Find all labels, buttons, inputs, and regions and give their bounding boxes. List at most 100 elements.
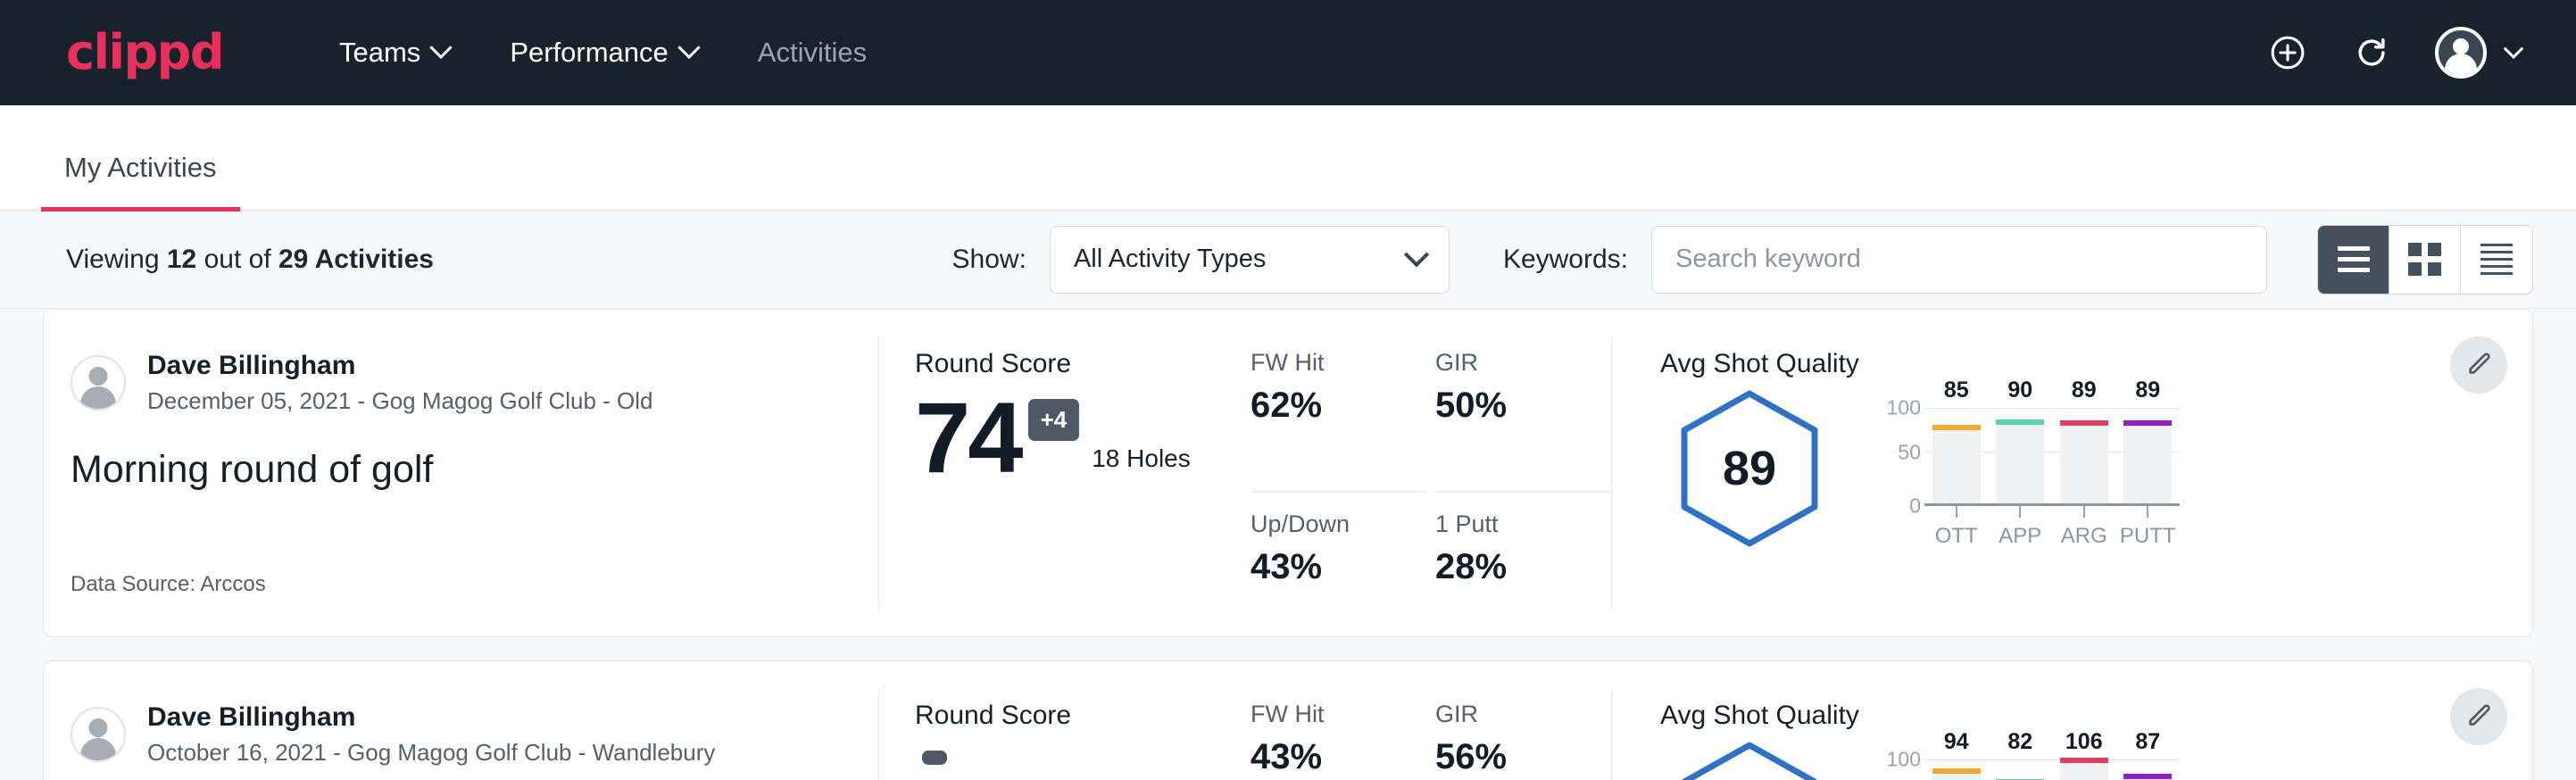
view-toggle-grid[interactable]	[2389, 226, 2461, 294]
bar-app: 82	[1996, 759, 2044, 780]
tick-mark	[2019, 506, 2021, 518]
bar-arg: 106	[2060, 759, 2108, 780]
view-toggle-list[interactable]	[2318, 226, 2389, 294]
nav-item-activities[interactable]: Activities	[727, 37, 897, 69]
activity-card[interactable]: Dave Billingham December 05, 2021 - Gog …	[43, 309, 2533, 637]
avg-shot-quality-body: 89 100 50 0	[1660, 383, 2532, 549]
refresh-icon[interactable]	[2351, 32, 2392, 73]
round-stats-grid: FW Hit 43% GIR 56% Up/Down 1 Putt	[1236, 661, 1611, 780]
account-menu[interactable]	[2435, 27, 2521, 79]
round-score-label: Round Score	[915, 701, 1236, 731]
bar-ott-cap	[1932, 768, 1981, 774]
clippd-logo[interactable]: clippd	[66, 29, 223, 77]
nav-item-teams-label: Teams	[339, 37, 420, 69]
x-tick-ott: OTT	[1932, 506, 1981, 549]
plus-circle-icon[interactable]	[2267, 32, 2308, 73]
activity-meta: December 05, 2021 - Gog Magog Golf Club …	[147, 386, 653, 417]
view-toggle-compact[interactable]	[2461, 226, 2532, 294]
round-score-section: Round Score	[879, 661, 1236, 780]
round-score-section: Round Score 74 +4 18 Holes	[879, 310, 1236, 636]
activity-card[interactable]: Dave Billingham October 16, 2021 - Gog M…	[43, 660, 2533, 780]
shot-quality-bar-chart: 100 50 0 94	[1878, 734, 2180, 780]
activity-user-name: Dave Billingham	[147, 701, 715, 734]
activity-list: Dave Billingham December 05, 2021 - Gog …	[0, 309, 2576, 780]
stat-gir-label: GIR	[1435, 349, 1593, 377]
round-score-row: 74 +4 18 Holes	[915, 392, 1236, 484]
round-score-label: Round Score	[915, 349, 1236, 379]
stat-one-putt-label: 1 Putt	[1435, 510, 1593, 538]
keywords-label: Keywords:	[1503, 245, 1628, 275]
edit-activity-button[interactable]	[2450, 688, 2507, 745]
y-tick-50: 50	[1898, 441, 1921, 465]
activity-user-name: Dave Billingham	[147, 349, 653, 383]
x-tick-arg: ARG	[2060, 506, 2108, 549]
avatar-body	[80, 738, 116, 761]
stat-gir-value: 50%	[1435, 386, 1593, 426]
avatar	[71, 707, 126, 762]
chart-plot-area: 85 90	[1924, 408, 2180, 506]
activity-title: Morning round of golf	[71, 448, 878, 492]
nav-item-performance[interactable]: Performance	[479, 37, 727, 69]
bar-putt: 89	[2123, 408, 2172, 503]
edit-activity-button[interactable]	[2450, 336, 2507, 394]
bar-putt-cap	[2123, 420, 2172, 426]
stat-up-down-value: 43%	[1251, 547, 1408, 587]
tick-mark	[2147, 506, 2148, 518]
search-input-wrapper[interactable]	[1651, 226, 2267, 294]
bar-putt-rect	[2123, 426, 2172, 503]
nav-item-teams[interactable]: Teams	[309, 37, 479, 69]
stat-one-putt: 1 Putt 28%	[1435, 493, 1611, 636]
bar-putt: 87	[2123, 759, 2172, 780]
filter-controls: Show: All Activity Types Keywords:	[952, 225, 2533, 295]
stat-one-putt-value: 28%	[1435, 547, 1593, 587]
chevron-down-icon	[677, 37, 700, 59]
top-navigation-bar: clippd Teams Performance Activities	[0, 0, 2576, 105]
y-tick-100: 100	[1887, 748, 1921, 772]
nav-item-performance-label: Performance	[510, 37, 668, 69]
stat-gir-label: GIR	[1435, 701, 1593, 728]
tab-my-activities-label: My Activities	[64, 152, 217, 183]
bar-putt-cap	[2123, 774, 2172, 779]
tick-mark	[1956, 506, 1957, 518]
avg-shot-quality-label: Avg Shot Quality	[1660, 349, 2532, 379]
bar-ott-value: 85	[1944, 378, 1969, 403]
bar-app-rect	[1996, 425, 2044, 503]
stat-gir: GIR 56%	[1435, 701, 1611, 780]
quality-hexagon	[1678, 740, 1821, 780]
bar-ott-rect	[1932, 774, 1981, 780]
activity-type-select[interactable]: All Activity Types	[1050, 226, 1450, 294]
stat-fw-hit-value: 43%	[1251, 737, 1408, 777]
shot-quality-bar-chart: 100 50 0 85	[1878, 383, 2180, 549]
stat-gir-value: 56%	[1435, 737, 1593, 777]
score-to-par-badge: +4	[1028, 399, 1080, 441]
stat-gir: GIR 50%	[1435, 349, 1611, 493]
viewing-count: 12	[167, 245, 196, 274]
activity-type-select-value: All Activity Types	[1074, 245, 1266, 274]
avatar-head	[89, 367, 108, 386]
x-label-arg: ARG	[2061, 524, 2107, 549]
bar-arg-rect	[2060, 763, 2108, 780]
activity-summary: Dave Billingham December 05, 2021 - Gog …	[44, 310, 878, 636]
viewing-count-text: Viewing 12 out of 29 Activities	[66, 245, 434, 275]
bar-app-value: 90	[2007, 378, 2032, 403]
bar-arg-rect	[2060, 426, 2108, 503]
x-tick-putt: PUTT	[2123, 506, 2172, 549]
view-toggle-group	[2317, 225, 2533, 295]
chart-y-axis: 100 50 0	[1878, 408, 1924, 506]
chart-bars: 85 90	[1924, 408, 2180, 503]
stat-fw-hit: FW Hit 62%	[1251, 349, 1426, 493]
quality-hexagon-wrap: 89	[1660, 383, 1839, 549]
search-input[interactable]	[1675, 245, 2243, 274]
x-tick-app: APP	[1996, 506, 2044, 549]
avg-shot-quality-label: Avg Shot Quality	[1660, 701, 2532, 731]
stat-up-down: Up/Down 43%	[1251, 493, 1426, 636]
bar-ott-cap	[1932, 425, 1981, 430]
avatar-body	[80, 386, 116, 410]
avg-shot-quality-body: 100 50 0 94	[1660, 734, 2532, 780]
chevron-down-icon	[430, 37, 453, 59]
avatar	[2435, 27, 2487, 79]
activity-summary: Dave Billingham October 16, 2021 - Gog M…	[44, 661, 878, 780]
tab-my-activities[interactable]: My Activities	[41, 152, 240, 212]
bar-ott-rect	[1932, 430, 1981, 503]
avg-shot-quality-section: Avg Shot Quality 89 100 50	[1612, 310, 2532, 636]
